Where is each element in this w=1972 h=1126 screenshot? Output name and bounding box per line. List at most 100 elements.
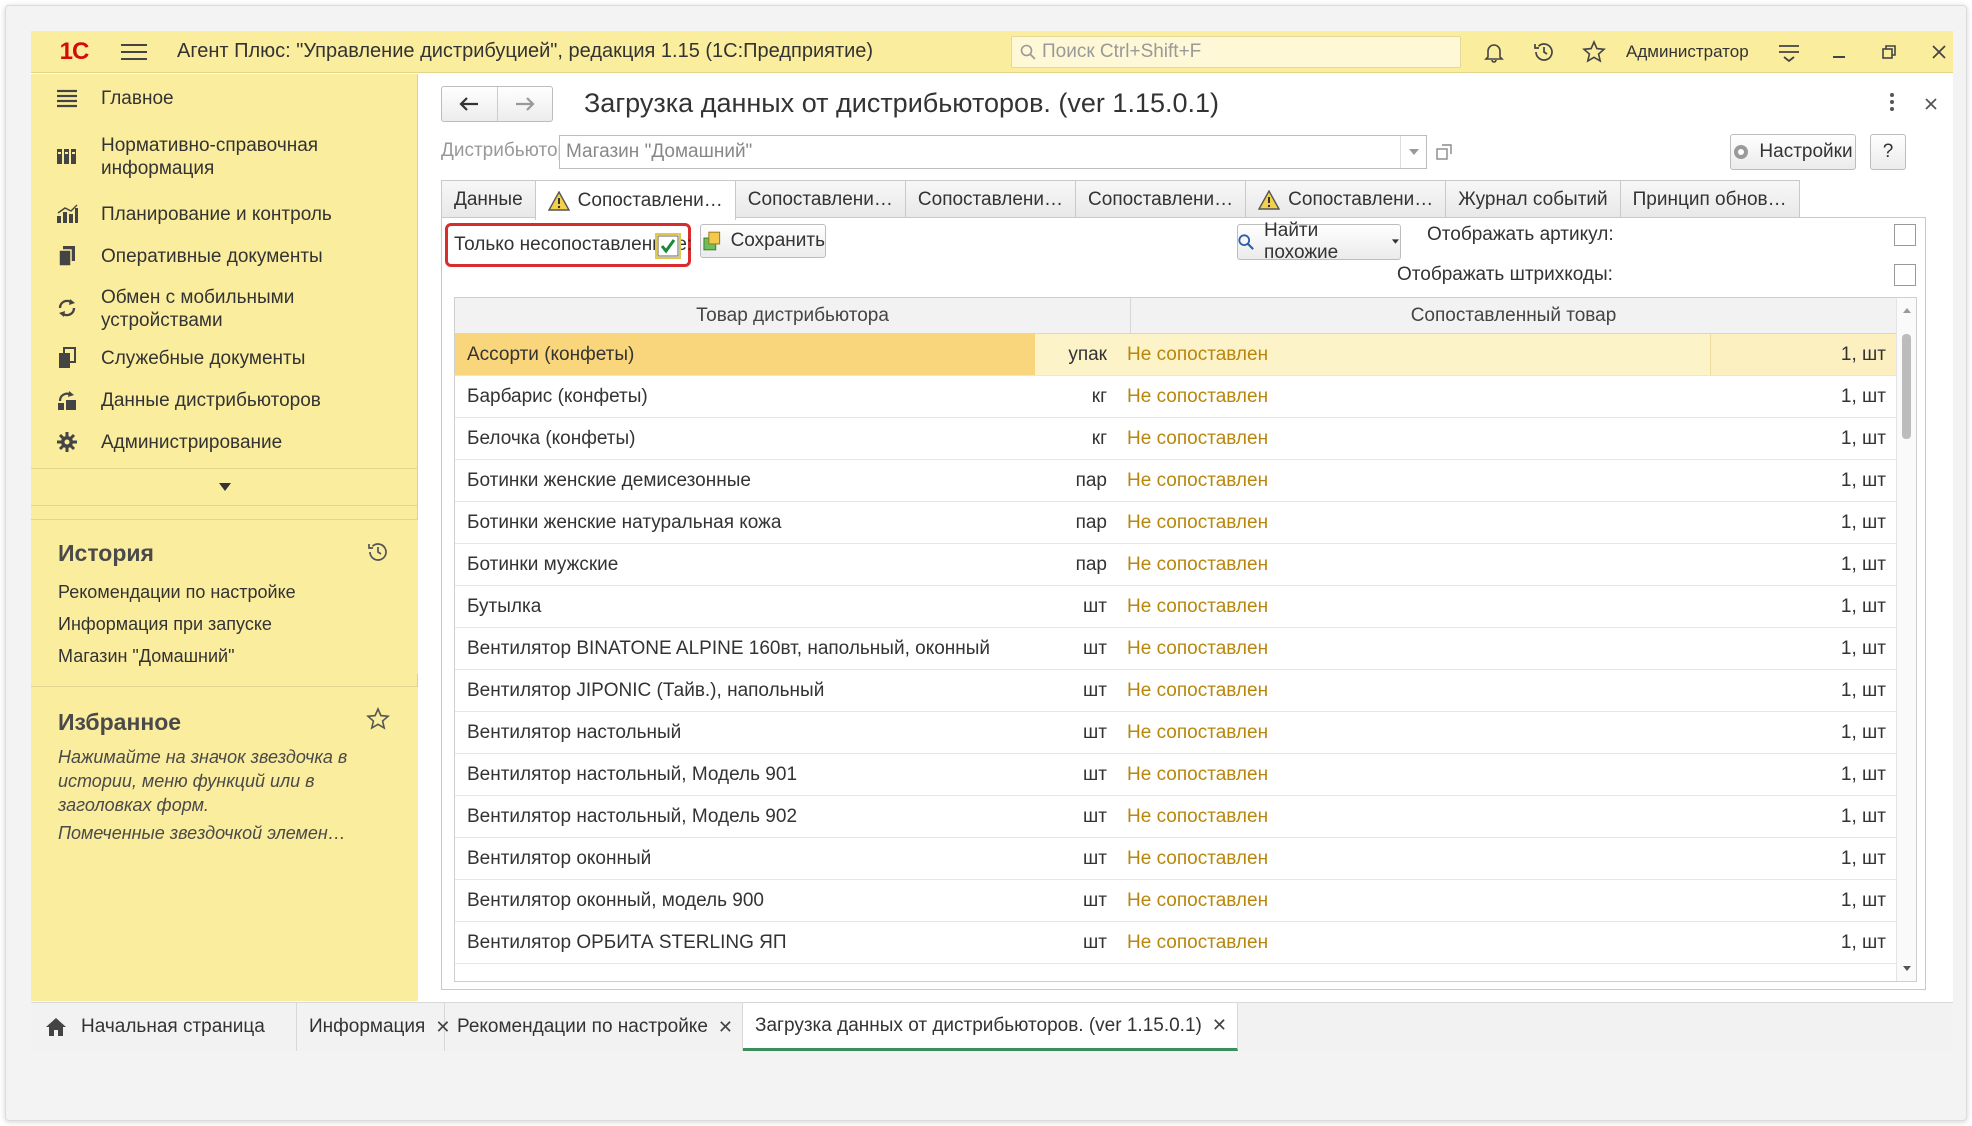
sidebar-more-button[interactable]	[31, 468, 418, 506]
sidebar-item-service-docs[interactable]: Служебные документы	[31, 344, 418, 372]
star-icon[interactable]	[366, 707, 390, 737]
history-icon[interactable]	[1531, 39, 1557, 65]
cell-quantity[interactable]: 1, шт	[1841, 428, 1886, 450]
table-row[interactable]: Ассорти (конфеты) упак Не сопоставлен 1, шт	[455, 334, 1896, 376]
save-button[interactable]: Сохранить	[700, 224, 826, 258]
cell-product-name[interactable]: Ботинки женские демисезонные	[467, 470, 751, 492]
table-row[interactable]: Вентилятор оконный шт Не сопоставлен 1, шт	[455, 838, 1896, 880]
cell-quantity[interactable]: 1, шт	[1841, 806, 1886, 828]
close-tab-icon[interactable]: ✕	[1212, 1015, 1227, 1036]
minimize-icon[interactable]	[1826, 39, 1852, 65]
table-row[interactable]: Вентилятор настольный, Модель 901 шт Не со…	[455, 754, 1896, 796]
sidebar-item-administration[interactable]: Администрирование	[31, 428, 418, 456]
sidebar-item-reference[interactable]: Нормативно-справочная информация	[31, 132, 418, 180]
cell-unit[interactable]: шт	[1017, 890, 1107, 912]
cell-product-name[interactable]: Вентилятор настольный, Модель 902	[467, 806, 797, 828]
table-row[interactable]: Ботинки женские натуральная кожа пар Не со…	[455, 502, 1896, 544]
cell-quantity[interactable]: 1, шт	[1841, 722, 1886, 744]
tab-matching-3[interactable]: Сопоставлени…	[904, 180, 1077, 218]
bottom-tab-home[interactable]: Начальная страница	[31, 1003, 297, 1051]
main-menu-icon[interactable]	[121, 43, 147, 60]
cell-product-name[interactable]: Вентилятор ОРБИТА STERLING ЯП	[467, 932, 787, 954]
scroll-down-icon[interactable]	[1897, 961, 1917, 975]
cell-quantity[interactable]: 1, шт	[1841, 680, 1886, 702]
user-name[interactable]: Администратор	[1626, 42, 1749, 62]
cell-quantity[interactable]: 1, шт	[1841, 764, 1886, 786]
bottom-tab-distributor-load[interactable]: Загрузка данных от дистрибьюторов. (ver …	[743, 1003, 1238, 1051]
table-row[interactable]: Бутылка шт Не сопоставлен 1, шт	[455, 586, 1896, 628]
cell-quantity[interactable]: 1, шт	[1841, 554, 1886, 576]
sidebar-item-operative-docs[interactable]: Оперативные документы	[31, 242, 418, 270]
restore-icon[interactable]	[1876, 39, 1902, 65]
table-row[interactable]: Белочка (конфеты) кг Не сопоставлен 1, шт	[455, 418, 1896, 460]
history-link[interactable]: Магазин "Домашний"	[58, 646, 235, 667]
cell-unit[interactable]: шт	[1017, 722, 1107, 744]
cell-product-name[interactable]: Вентилятор BINATONE ALPINE 160вт, наполь…	[467, 638, 990, 660]
tab-matching-1[interactable]: Сопоставлени…	[534, 180, 736, 220]
table-row[interactable]: Ботинки мужские пар Не сопоставлен 1, шт	[455, 544, 1896, 586]
cell-unit[interactable]: шт	[1017, 932, 1107, 954]
bottom-tab-recommendations[interactable]: Рекомендации по настройке ✕	[445, 1003, 743, 1051]
cell-unit[interactable]: шт	[1017, 848, 1107, 870]
sidebar-item-distributor-data[interactable]: Данные дистрибьюторов	[31, 386, 418, 414]
cell-matched-product[interactable]: Не сопоставлен	[1127, 806, 1268, 828]
cell-product-name[interactable]: Бутылка	[467, 596, 541, 618]
cell-product-name[interactable]: Вентилятор оконный	[467, 848, 651, 870]
cell-quantity[interactable]: 1, шт	[1841, 848, 1886, 870]
scroll-up-icon[interactable]	[1897, 304, 1917, 318]
cell-unit[interactable]: шт	[1017, 680, 1107, 702]
cell-product-name[interactable]: Вентилятор оконный, модель 900	[467, 890, 764, 912]
bottom-tab-info[interactable]: Информация ✕	[297, 1003, 450, 1051]
close-tab-icon[interactable]: ✕	[718, 1017, 733, 1038]
find-similar-button[interactable]: Найти похожие	[1237, 220, 1401, 263]
cell-product-name[interactable]: Вентилятор JIPONIC (Тайв.), напольный	[467, 680, 824, 702]
settings-menu-icon[interactable]	[1776, 39, 1802, 65]
cell-matched-product[interactable]: Не сопоставлен	[1127, 848, 1268, 870]
cell-unit[interactable]: пар	[1017, 470, 1107, 492]
cell-quantity[interactable]: 1, шт	[1841, 512, 1886, 534]
distributor-field[interactable]: Магазин "Домашний"	[559, 135, 1427, 169]
cell-quantity[interactable]: 1, шт	[1841, 596, 1886, 618]
cell-quantity[interactable]: 1, шт	[1841, 890, 1886, 912]
cell-unit[interactable]: пар	[1017, 512, 1107, 534]
star-icon[interactable]	[1581, 39, 1607, 65]
close-window-icon[interactable]	[1926, 39, 1952, 65]
column-header-matched-product[interactable]: Сопоставленный товар	[1131, 298, 1896, 334]
cell-unit[interactable]: шт	[1017, 764, 1107, 786]
column-header-distributor-product[interactable]: Товар дистрибьютора	[455, 298, 1131, 334]
table-row[interactable]: Барбарис (конфеты) кг Не сопоставлен 1, шт	[455, 376, 1896, 418]
cell-matched-product[interactable]: Не сопоставлен	[1127, 554, 1268, 576]
more-actions-icon[interactable]	[1889, 92, 1895, 118]
table-row[interactable]: Вентилятор оконный, модель 900 шт Не сопос…	[455, 880, 1896, 922]
cell-product-name[interactable]: Белочка (конфеты)	[467, 428, 636, 450]
cell-unit[interactable]: кг	[1017, 386, 1107, 408]
cell-product-name[interactable]: Ботинки женские натуральная кожа	[467, 512, 781, 534]
history-icon[interactable]	[366, 540, 390, 570]
tab-matching-5[interactable]: Сопоставлени…	[1245, 180, 1447, 218]
cell-product-name[interactable]: Вентилятор настольный	[467, 722, 681, 744]
back-arrow-icon[interactable]	[442, 87, 497, 121]
sidebar-item-mobile-exchange[interactable]: Обмен с мобильными устройствами	[31, 284, 418, 332]
cell-unit[interactable]: упак	[1017, 344, 1107, 366]
cell-product-name[interactable]: Ассорти (конфеты)	[467, 344, 634, 366]
cell-product-name[interactable]: Барбарис (конфеты)	[467, 386, 648, 408]
cell-quantity[interactable]: 1, шт	[1841, 932, 1886, 954]
show-barcodes-checkbox[interactable]	[1894, 264, 1916, 286]
tab-matching-2[interactable]: Сопоставлени…	[734, 180, 906, 218]
cell-quantity[interactable]: 1, шт	[1841, 470, 1886, 492]
tab-data[interactable]: Данные	[441, 180, 536, 218]
settings-button[interactable]: Настройки	[1730, 134, 1856, 170]
cell-quantity[interactable]: 1, шт	[1841, 386, 1886, 408]
vertical-scrollbar[interactable]	[1896, 298, 1916, 981]
cell-quantity[interactable]: 1, шт	[1841, 638, 1886, 660]
history-link[interactable]: Информация при запуске	[58, 614, 272, 635]
forward-arrow-icon[interactable]	[496, 87, 553, 121]
cell-matched-product[interactable]: Не сопоставлен	[1127, 638, 1268, 660]
cell-matched-product[interactable]: Не сопоставлен	[1127, 932, 1268, 954]
sidebar-item-main[interactable]: Главное	[31, 84, 418, 112]
cell-product-name[interactable]: Вентилятор настольный, Модель 901	[467, 764, 797, 786]
dropdown-arrow-icon[interactable]	[1400, 136, 1426, 168]
table-row[interactable]: Вентилятор ОРБИТА STERLING ЯП шт Не сопост…	[455, 922, 1896, 964]
tab-event-log[interactable]: Журнал событий	[1445, 180, 1621, 218]
cell-matched-product[interactable]: Не сопоставлен	[1127, 470, 1268, 492]
